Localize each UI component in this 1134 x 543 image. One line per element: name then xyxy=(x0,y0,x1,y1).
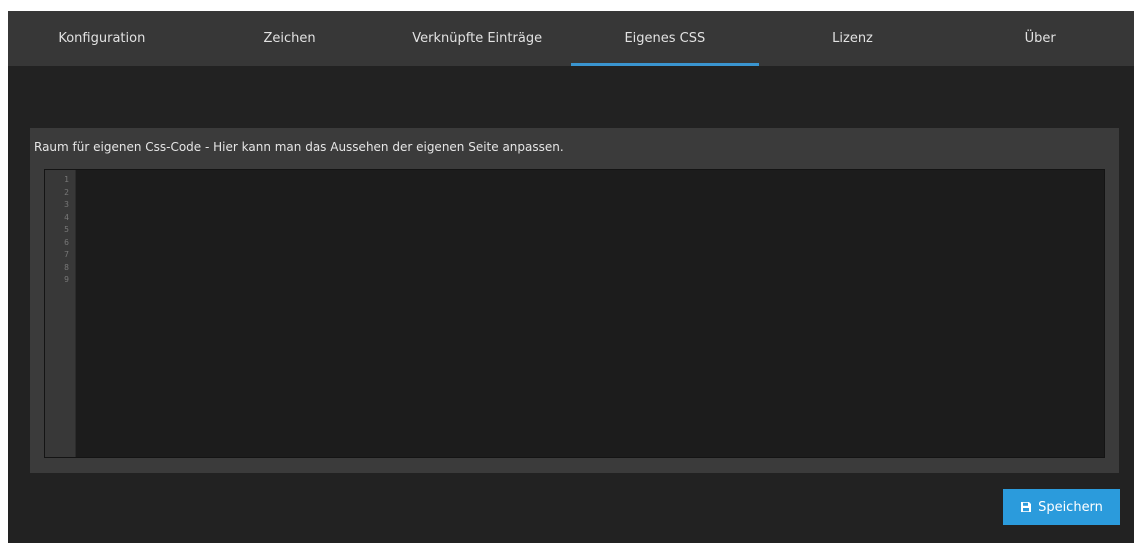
tab-label: Eigenes CSS xyxy=(624,31,706,46)
tab-eigenes-css[interactable]: Eigenes CSS xyxy=(571,11,759,66)
tab-label: Zeichen xyxy=(263,31,316,46)
line-number: 5 xyxy=(64,225,69,234)
app-window: Konfiguration Zeichen Verknüpfte Einträg… xyxy=(8,11,1134,543)
css-code-input[interactable] xyxy=(76,170,1104,457)
css-code-editor: 1 2 3 4 5 6 7 8 9 xyxy=(44,169,1105,458)
tab-zeichen[interactable]: Zeichen xyxy=(196,11,384,66)
tab-konfiguration[interactable]: Konfiguration xyxy=(8,11,196,66)
line-number: 6 xyxy=(64,237,69,247)
tab-label: Lizenz xyxy=(832,31,873,46)
line-number-gutter: 1 2 3 4 5 6 7 8 9 xyxy=(45,170,76,457)
panel-description: Raum für eigenen Css-Code - Hier kann ma… xyxy=(34,140,564,154)
tab-label: Verknüpfte Einträge xyxy=(412,31,543,46)
line-number: 8 xyxy=(64,262,69,272)
line-number: 1 xyxy=(64,175,69,184)
line-number: 2 xyxy=(64,187,69,197)
save-button-label: Speichern xyxy=(1038,499,1103,515)
tab-bar: Konfiguration Zeichen Verknüpfte Einträg… xyxy=(8,11,1134,66)
line-number: 9 xyxy=(64,275,69,284)
line-number: 7 xyxy=(64,250,69,259)
tab-verknuepfte-eintraege[interactable]: Verknüpfte Einträge xyxy=(383,11,571,66)
line-number: 3 xyxy=(64,200,69,209)
tab-label: Über xyxy=(1024,31,1056,46)
tab-lizenz[interactable]: Lizenz xyxy=(759,11,947,66)
floppy-disk-icon xyxy=(1021,502,1032,512)
line-number: 4 xyxy=(64,212,69,222)
save-button[interactable]: Speichern xyxy=(1003,489,1120,525)
tab-ueber[interactable]: Über xyxy=(946,11,1134,66)
custom-css-panel: Raum für eigenen Css-Code - Hier kann ma… xyxy=(30,128,1119,473)
tab-label: Konfiguration xyxy=(58,31,146,46)
